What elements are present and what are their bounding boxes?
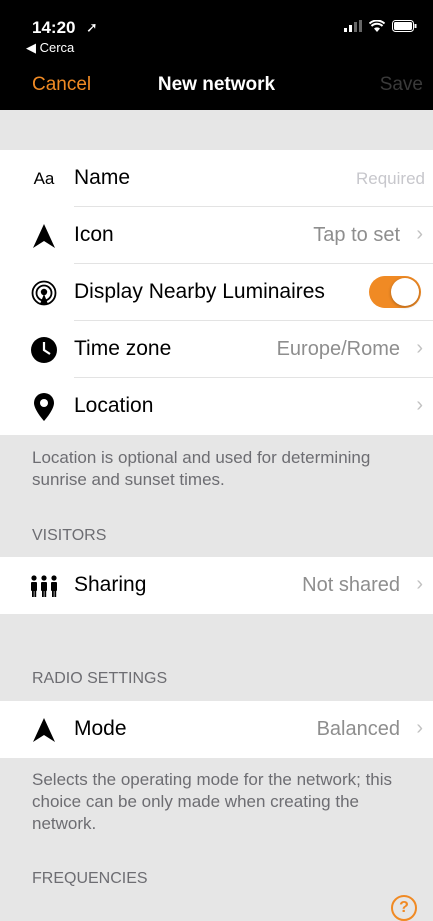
time-zone-label: Time zone <box>74 337 172 360</box>
location-footer: Location is optional and used for determ… <box>32 448 371 489</box>
name-row[interactable]: Aa Name Required <box>0 150 433 207</box>
signal-icon <box>344 20 362 32</box>
chevron-right-icon: › <box>416 223 423 245</box>
frequencies-section-header: FREQUENCIES <box>32 870 148 887</box>
icon-row[interactable]: Icon Tap to set › <box>0 207 433 264</box>
people-icon <box>24 557 64 614</box>
name-input-placeholder[interactable]: Required <box>356 169 425 189</box>
text-icon: Aa <box>33 168 55 188</box>
nearby-luminaires-label: Display Nearby Luminaires <box>74 280 325 303</box>
icon-label: Icon <box>74 223 114 246</box>
location-pin-icon <box>24 378 64 435</box>
icon-value: Tap to set <box>313 224 400 246</box>
time-zone-value: Europe/Rome <box>276 338 400 360</box>
status-bar: 14:20 ➚ ◀ Cerca <box>0 0 433 60</box>
back-to-app-link[interactable]: ◀ Cerca <box>26 40 74 56</box>
mode-row[interactable]: Mode Balanced › <box>0 701 433 758</box>
location-label: Location <box>74 394 154 417</box>
page-title: New network <box>157 74 276 95</box>
chevron-right-icon: › <box>416 573 423 595</box>
nearby-luminaires-row: Display Nearby Luminaires <box>0 264 433 321</box>
location-arrow-icon: ➚ <box>86 19 98 35</box>
chevron-right-icon: › <box>416 337 423 359</box>
sharing-row[interactable]: Sharing Not shared › <box>0 557 433 614</box>
nearby-luminaires-toggle[interactable] <box>369 276 421 308</box>
sharing-value: Not shared <box>302 574 400 596</box>
mode-value: Balanced <box>316 718 400 740</box>
visitors-section-header: VISITORS <box>32 527 107 544</box>
network-icon <box>24 207 64 264</box>
broadcast-icon <box>24 264 64 321</box>
time-zone-row[interactable]: Time zone Europe/Rome › <box>0 321 433 378</box>
mode-footer: Selects the operating mode for the netwo… <box>32 770 393 833</box>
wifi-icon <box>369 20 385 32</box>
name-label: Name <box>74 166 131 189</box>
radio-settings-section-header: RADIO SETTINGS <box>32 670 168 687</box>
chevron-right-icon: › <box>416 717 423 739</box>
mode-label: Mode <box>74 717 127 740</box>
location-row[interactable]: Location › <box>0 378 433 435</box>
chevron-right-icon: › <box>416 394 423 416</box>
clock-icon <box>24 321 64 378</box>
status-time: 14:20 <box>32 18 76 37</box>
status-icons <box>344 20 417 32</box>
sharing-label: Sharing <box>74 573 147 596</box>
save-button[interactable]: Save <box>380 74 423 96</box>
toggle-knob <box>391 278 419 306</box>
mode-icon <box>24 701 64 758</box>
navigation-bar: Cancel New network Save <box>0 60 433 110</box>
help-icon[interactable]: ? <box>391 895 417 921</box>
battery-icon <box>392 20 417 32</box>
